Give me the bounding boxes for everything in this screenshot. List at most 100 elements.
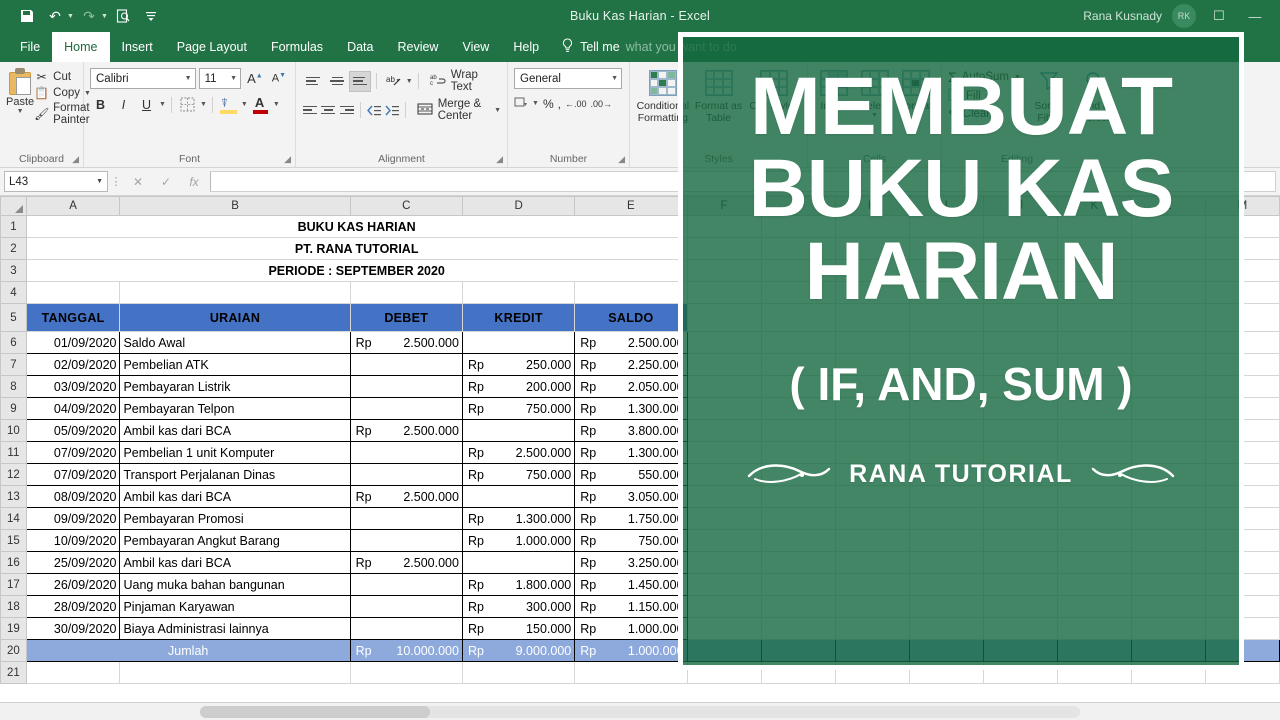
currency-dropdown-icon[interactable]: ▼ [532,100,539,107]
row-header-13[interactable]: 13 [0,485,27,508]
cell-a4[interactable] [25,281,121,304]
align-middle-button[interactable] [326,71,348,92]
row-header-18[interactable]: 18 [0,595,27,618]
undo-dropdown-icon[interactable]: ▼ [67,13,74,20]
cell-kredit[interactable]: Rp 2.500.000 [461,441,576,464]
cell-saldo[interactable]: Rp 2.050.000 [574,375,688,398]
cell-tanggal[interactable]: 25/09/2020 [25,551,121,574]
horizontal-scrollbar[interactable] [200,706,1080,718]
row-header-11[interactable]: 11 [0,441,27,464]
row-header-17[interactable]: 17 [0,573,27,596]
orientation-dropdown-icon[interactable]: ▼ [406,78,413,85]
cell-tanggal[interactable]: 07/09/2020 [25,441,121,464]
italic-button[interactable]: I [113,94,134,115]
font-dialog-launcher-icon[interactable]: ◢ [284,154,291,165]
cell-tanggal[interactable]: 08/09/2020 [25,485,121,508]
row-header-10[interactable]: 10 [0,419,27,442]
row-header-9[interactable]: 9 [0,397,27,420]
insert-function-button[interactable]: fx [180,171,208,192]
cell-debet[interactable] [349,617,463,640]
column-header-c[interactable]: C [349,196,463,216]
cell-b4[interactable] [119,281,351,304]
cell-saldo[interactable]: Rp 1.750.000 [574,507,688,530]
row-header-6[interactable]: 6 [0,331,27,354]
cell-debet[interactable]: Rp 2.500.000 [349,551,463,574]
borders-button[interactable] [177,94,198,115]
row-header-19[interactable]: 19 [0,617,27,640]
tab-data[interactable]: Data [335,32,385,62]
column-label-tanggal[interactable]: TANGGAL [25,303,121,332]
fill-color-button[interactable]: ⍒ [218,94,239,115]
cell-uraian[interactable]: Pembayaran Telpon [119,397,351,420]
cell-uraian[interactable]: Pinjaman Karyawan [119,595,351,618]
merge-center-button[interactable]: Merge & Center ▼ [417,98,501,122]
cell-kredit[interactable]: Rp 250.000 [461,353,576,376]
cell-uraian[interactable]: Saldo Awal [119,331,351,354]
cell-uraian[interactable]: Ambil kas dari BCA [119,485,351,508]
paste-dropdown-icon[interactable]: ▼ [17,108,24,115]
column-label-uraian[interactable]: URAIAN [119,303,351,332]
row-header-12[interactable]: 12 [0,463,27,486]
cell-saldo[interactable]: Rp 1.450.000 [574,573,688,596]
cell-uraian[interactable]: Ambil kas dari BCA [119,419,351,442]
clipboard-dialog-launcher-icon[interactable]: ◢ [72,154,79,165]
row-header-1[interactable]: 1 [0,215,27,238]
cell-saldo[interactable]: Rp 3.050.000 [574,485,688,508]
row-header-2[interactable]: 2 [0,237,27,260]
redo-dropdown-icon[interactable]: ▼ [101,13,108,20]
row-header-14[interactable]: 14 [0,507,27,530]
cell-tanggal[interactable]: 05/09/2020 [25,419,121,442]
increase-indent-button[interactable] [384,100,400,121]
cell-e4[interactable] [574,281,688,304]
row-header-16[interactable]: 16 [0,551,27,574]
align-left-button[interactable] [302,100,318,121]
cell-uraian[interactable]: Uang muka bahan bangunan [119,573,351,596]
font-name-combo[interactable]: Calibri ▼ [90,68,196,89]
font-size-combo[interactable]: 11 ▼ [198,68,242,89]
tab-insert[interactable]: Insert [110,32,165,62]
cell-tanggal[interactable]: 10/09/2020 [25,529,121,552]
decrease-indent-button[interactable] [365,100,381,121]
currency-format-button[interactable] [514,95,528,112]
cell-saldo[interactable]: Rp 1.150.000 [574,595,688,618]
increase-decimal-button[interactable]: ←.00 [565,99,587,109]
cell-d21[interactable] [461,661,576,684]
row-header-4[interactable]: 4 [0,281,27,304]
cell-c4[interactable] [349,281,463,304]
name-box[interactable]: L43 ▼ [4,171,108,192]
cell-uraian[interactable]: Pembelian 1 unit Komputer [119,441,351,464]
cell-tanggal[interactable]: 28/09/2020 [25,595,121,618]
column-header-e[interactable]: E [574,196,688,216]
cell-a21[interactable] [25,661,121,684]
enter-formula-button[interactable]: ✓ [152,171,180,192]
column-header-b[interactable]: B [119,196,351,216]
tab-view[interactable]: View [450,32,501,62]
total-label[interactable]: Jumlah [25,639,351,662]
column-header-a[interactable]: A [25,196,121,216]
row-header-21[interactable]: 21 [0,661,27,684]
fill-color-dropdown-icon[interactable]: ▼ [241,101,248,108]
column-label-kredit[interactable]: KREDIT [461,303,576,332]
align-top-button[interactable] [302,71,324,92]
cell-debet[interactable] [349,507,463,530]
cell-tanggal[interactable]: 30/09/2020 [25,617,121,640]
bold-button[interactable]: B [90,94,111,115]
cell-debet[interactable]: Rp 2.500.000 [349,331,463,354]
cell-saldo[interactable]: Rp 750.000 [574,529,688,552]
align-center-button[interactable] [320,100,336,121]
minimize-window-icon[interactable]: — [1242,9,1268,24]
save-icon[interactable] [14,4,40,28]
cell-saldo[interactable]: Rp 1.000.000 [574,617,688,640]
cell-uraian[interactable]: Pembelian ATK [119,353,351,376]
cell-uraian[interactable]: Biaya Administrasi lainnya [119,617,351,640]
alignment-dialog-launcher-icon[interactable]: ◢ [496,154,503,165]
total-kredit[interactable]: Rp 9.000.000 [461,639,576,662]
cell-debet[interactable] [349,529,463,552]
cell-kredit[interactable] [461,419,576,442]
cancel-formula-button[interactable]: ✕ [124,171,152,192]
select-all-corner[interactable] [0,196,27,216]
cell-saldo[interactable]: Rp 3.250.000 [574,551,688,574]
cell-kredit[interactable]: Rp 1.800.000 [461,573,576,596]
report-title-line3[interactable]: PERIODE : SEPTEMBER 2020 [25,259,688,282]
decrease-font-size-button[interactable]: A▼ [269,72,289,85]
